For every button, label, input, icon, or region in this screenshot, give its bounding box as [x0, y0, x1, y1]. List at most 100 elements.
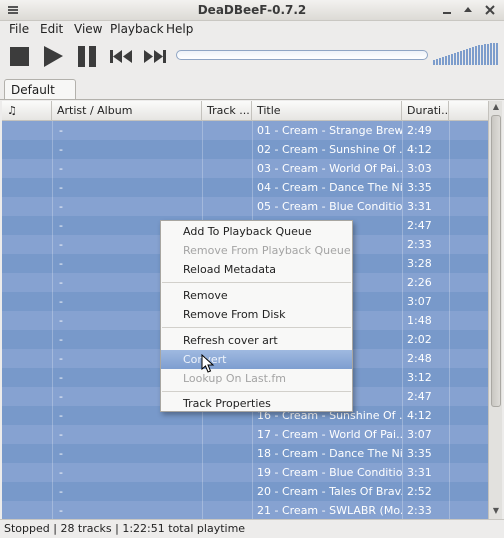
close-icon[interactable] — [483, 3, 497, 17]
pause-icon[interactable] — [74, 43, 100, 69]
minimize-icon[interactable] — [440, 3, 454, 17]
row-title: 17 - Cream - World Of Pai... — [257, 428, 402, 441]
row-duration: 3:35 — [407, 181, 432, 194]
row-title: 20 - Cream - Tales Of Brav... — [257, 485, 402, 498]
play-icon[interactable] — [40, 43, 66, 69]
playlist-tabs: Default — [0, 76, 504, 100]
table-row[interactable]: - 18 - Cream - Dance The Ni... 3:35 — [2, 444, 488, 463]
menu-lookup-lastfm: Lookup On Last.fm — [183, 372, 287, 385]
row-artist: - — [59, 257, 63, 270]
row-duration: 3:07 — [407, 428, 432, 441]
row-duration: 2:26 — [407, 276, 432, 289]
menu-track-properties[interactable]: Track Properties — [161, 394, 352, 413]
row-duration: 3:31 — [407, 466, 432, 479]
maximize-icon[interactable] — [461, 3, 475, 17]
row-duration: 2:33 — [407, 238, 432, 251]
row-duration: 2:47 — [407, 390, 432, 403]
scroll-thumb[interactable] — [491, 115, 501, 407]
row-duration: 1:48 — [407, 314, 432, 327]
previous-icon[interactable] — [108, 43, 134, 69]
menu-add-to-queue[interactable]: Add To Playback Queue — [161, 222, 352, 241]
row-artist: - — [59, 143, 63, 156]
menu-playback[interactable]: Playback — [110, 22, 164, 36]
row-duration: 2:47 — [407, 219, 432, 232]
column-duration[interactable]: Durati... — [402, 101, 449, 121]
row-artist: - — [59, 181, 63, 194]
row-title: 05 - Cream - Blue Conditio... — [257, 200, 402, 213]
table-row[interactable]: - 21 - Cream - SWLABR (Mo... 2:33 — [2, 501, 488, 519]
volume-bar[interactable] — [432, 43, 500, 65]
vertical-scrollbar[interactable]: ▲ ▼ — [488, 101, 502, 519]
menu-file[interactable]: File — [9, 22, 29, 36]
row-artist: - — [59, 390, 63, 403]
row-artist: - — [59, 162, 63, 175]
menu-refresh-cover-art[interactable]: Refresh cover art — [161, 331, 352, 350]
column-artist-album[interactable]: Artist / Album — [52, 101, 202, 121]
row-duration: 2:49 — [407, 124, 432, 137]
row-artist: - — [59, 447, 63, 460]
row-title: 18 - Cream - Dance The Ni... — [257, 447, 402, 460]
row-duration: 4:12 — [407, 143, 432, 156]
column-separator — [402, 121, 403, 519]
menu-convert[interactable]: Convert — [161, 350, 352, 369]
menu-remove-from-queue: Remove From Playback Queue — [183, 244, 351, 257]
menu-reload-metadata[interactable]: Reload Metadata — [161, 260, 352, 279]
row-artist: - — [59, 409, 63, 422]
row-artist: - — [59, 333, 63, 346]
status-bar: Stopped | 28 tracks | 1:22:51 total play… — [0, 519, 504, 538]
menu-edit[interactable]: Edit — [40, 22, 63, 36]
menu-help[interactable]: Help — [166, 22, 193, 36]
row-artist: - — [59, 314, 63, 327]
mouse-cursor-icon — [201, 353, 215, 374]
window-title: DeaDBeeF-0.7.2 — [197, 3, 307, 17]
table-row[interactable]: - 17 - Cream - World Of Pai... 3:07 — [2, 425, 488, 444]
table-row[interactable]: - 03 - Cream - World Of Pai... 3:03 — [2, 159, 488, 178]
table-row[interactable]: - 19 - Cream - Blue Conditio... 3:31 — [2, 463, 488, 482]
seek-bar[interactable] — [176, 50, 428, 60]
table-row[interactable]: - 02 - Cream - Sunshine Of ... 4:12 — [2, 140, 488, 159]
row-duration: 3:03 — [407, 162, 432, 175]
status-text: Stopped | 28 tracks | 1:22:51 total play… — [4, 522, 246, 535]
row-artist: - — [59, 219, 63, 232]
row-duration: 3:07 — [407, 295, 432, 308]
row-duration: 4:12 — [407, 409, 432, 422]
table-row[interactable]: - 04 - Cream - Dance The Ni... 3:35 — [2, 178, 488, 197]
row-duration: 3:28 — [407, 257, 432, 270]
column-title[interactable]: Title — [252, 101, 402, 121]
stop-icon[interactable] — [7, 43, 33, 69]
row-artist: - — [59, 200, 63, 213]
row-artist: - — [59, 504, 63, 517]
menu-remove-from-disk[interactable]: Remove From Disk — [161, 305, 352, 324]
row-title: 21 - Cream - SWLABR (Mo... — [257, 504, 402, 517]
row-artist: - — [59, 485, 63, 498]
column-track[interactable]: Track ... — [202, 101, 252, 121]
row-title: 19 - Cream - Blue Conditio... — [257, 466, 402, 479]
column-separator — [449, 121, 450, 519]
column-header: ♫ Artist / Album Track ... Title Durati.… — [2, 101, 488, 121]
tab-default[interactable]: Default — [4, 79, 76, 100]
column-playing[interactable]: ♫ — [2, 101, 52, 121]
tab-divider — [0, 99, 504, 100]
row-duration: 3:31 — [407, 200, 432, 213]
menu-separator — [162, 282, 351, 283]
row-artist: - — [59, 238, 63, 251]
menu-separator — [162, 327, 351, 328]
row-artist: - — [59, 276, 63, 289]
table-row[interactable]: - 05 - Cream - Blue Conditio... 3:31 — [2, 197, 488, 216]
row-duration: 2:33 — [407, 504, 432, 517]
context-menu: Add To Playback Queue Remove From Playba… — [160, 220, 353, 412]
row-title: 02 - Cream - Sunshine Of ... — [257, 143, 402, 156]
row-artist: - — [59, 295, 63, 308]
table-row[interactable]: - 20 - Cream - Tales Of Brav... 2:52 — [2, 482, 488, 501]
menu-view[interactable]: View — [74, 22, 102, 36]
next-icon[interactable] — [142, 43, 168, 69]
scroll-down-icon[interactable]: ▼ — [490, 505, 502, 517]
row-artist: - — [59, 371, 63, 384]
table-row[interactable]: - 01 - Cream - Strange Brew... 2:49 — [2, 121, 488, 140]
scroll-up-icon[interactable]: ▲ — [490, 101, 502, 113]
title-bar: DeaDBeeF-0.7.2 — [0, 0, 504, 21]
menu-remove[interactable]: Remove — [161, 286, 352, 305]
row-duration: 2:48 — [407, 352, 432, 365]
row-title: 03 - Cream - World Of Pai... — [257, 162, 402, 175]
tab-label: Default — [11, 83, 55, 97]
